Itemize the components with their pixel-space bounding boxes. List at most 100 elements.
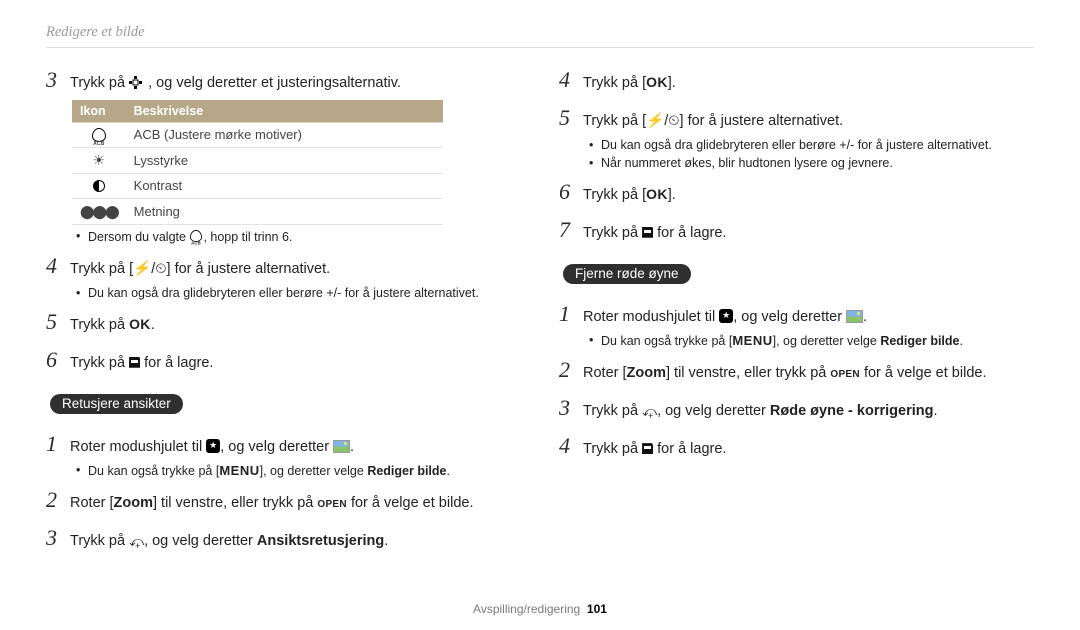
subsection-pill-redeye: Fjerne røde øyne xyxy=(563,264,691,284)
right-column: 4 Trykk på [OK]. 5 Trykk på [⚡/⏲] for å … xyxy=(559,58,1034,558)
ok-icon: OK xyxy=(646,186,668,202)
step-text: Trykk på [⚡/⏲] for å justere alternative… xyxy=(70,259,521,280)
step-re3: 3 Trykk på ⤽, og velg deretter Røde øyne… xyxy=(559,392,1034,424)
th-icon: Ikon xyxy=(72,100,126,123)
step-text: Trykk på for å lagre. xyxy=(583,223,1034,244)
retouch-icon: ⤽ xyxy=(129,531,144,551)
note: Du kan også dra glidebryteren eller berø… xyxy=(88,286,521,300)
editor-icon xyxy=(846,310,863,323)
bold-label: Røde øyne - korrigering xyxy=(770,403,934,419)
step-number: 2 xyxy=(46,484,70,516)
text: Trykk på xyxy=(70,75,129,91)
step-r4: 4 Trykk på [OK]. xyxy=(559,64,1034,96)
text: . xyxy=(151,317,155,333)
menu-icon: MENU xyxy=(219,463,259,478)
step-r5: 5 Trykk på [⚡/⏲] for å justere alternati… xyxy=(559,102,1034,134)
text: Dersom du valgte xyxy=(88,230,189,244)
step-r7: 7 Trykk på for å lagre. xyxy=(559,214,1034,246)
text: Roter [ xyxy=(583,365,627,381)
text: , og velg deretter xyxy=(220,439,333,455)
subsection-pill-faces: Retusjere ansikter xyxy=(50,394,183,414)
step-text: Trykk på ⤽, og velg deretter Ansiktsretu… xyxy=(70,531,521,552)
editor-icon xyxy=(333,440,350,453)
step-number: 2 xyxy=(559,354,583,386)
brightness-icon: ☀ xyxy=(93,152,106,168)
text: . xyxy=(447,464,450,478)
step-re4: 4 Trykk på for å lagre. xyxy=(559,430,1034,462)
cell-desc: ACB (Justere mørke motiver) xyxy=(126,122,443,147)
open-label: open xyxy=(317,494,347,510)
step-number: 3 xyxy=(559,392,583,424)
text: Trykk på xyxy=(70,355,129,371)
text: ] for å justere alternativet. xyxy=(680,113,844,129)
step-number: 4 xyxy=(559,64,583,96)
step-text: Trykk på for å lagre. xyxy=(583,439,1034,460)
page-header: Redigere et bilde xyxy=(46,24,1034,48)
text: Du kan også trykke på [ xyxy=(88,464,219,478)
step-number: 1 xyxy=(46,428,70,460)
step-number: 7 xyxy=(559,214,583,246)
text: ]. xyxy=(668,75,676,91)
text: Roter modushjulet til xyxy=(70,439,206,455)
step-text: Roter modushjulet til , og velg deretter… xyxy=(583,307,1034,328)
ok-icon: OK xyxy=(646,74,668,90)
zoom-label: Zoom xyxy=(627,365,666,381)
step-text: Trykk på [OK]. xyxy=(583,184,1034,206)
step-text: Trykk på , og velg deretter et justering… xyxy=(70,73,521,94)
zoom-label: Zoom xyxy=(114,495,153,511)
text: . xyxy=(933,403,937,419)
step-number: 5 xyxy=(46,306,70,338)
contrast-icon xyxy=(93,180,105,192)
text: Trykk på xyxy=(583,441,642,457)
step-text: Trykk på [⚡/⏲] for å justere alternative… xyxy=(583,111,1034,132)
page-footer: Avspilling/redigering 101 xyxy=(0,602,1080,616)
step-text: Roter [Zoom] til venstre, eller trykk på… xyxy=(70,492,521,514)
table-row: ACB (Justere mørke motiver) xyxy=(72,122,443,147)
text: . xyxy=(960,334,963,348)
step-number: 3 xyxy=(46,64,70,96)
step-number: 6 xyxy=(559,176,583,208)
text: ]. xyxy=(668,187,676,203)
text: ] til venstre, eller trykk på xyxy=(666,365,830,381)
text: for å lagre. xyxy=(653,225,726,241)
text: , og velg deretter xyxy=(144,533,257,549)
bold-label: Rediger bilde xyxy=(880,334,959,348)
text: for å lagre. xyxy=(653,441,726,457)
table-row: ☀ Lysstyrke xyxy=(72,147,443,173)
mode-dial-icon xyxy=(206,439,220,453)
text: Trykk på [ xyxy=(583,75,646,91)
bold-label: Ansiktsretusjering xyxy=(257,533,384,549)
step-f1: 1 Roter modushjulet til , og velg derett… xyxy=(46,428,521,460)
saturation-icon: ⬤⬤⬤ xyxy=(80,204,118,219)
step-text: Trykk på for å lagre. xyxy=(70,353,521,374)
text: Du kan også trykke på [ xyxy=(601,334,732,348)
note: Du kan også trykke på [MENU], og derette… xyxy=(88,463,521,478)
ok-icon: OK xyxy=(129,316,151,332)
save-icon xyxy=(642,443,653,454)
text: ], og deretter velge xyxy=(260,464,368,478)
footer-section: Avspilling/redigering xyxy=(473,602,580,616)
step-number: 5 xyxy=(559,102,583,134)
adjust-icon xyxy=(129,76,144,91)
step-6: 6 Trykk på for å lagre. xyxy=(46,344,521,376)
step-4: 4 Trykk på [⚡/⏲] for å justere alternati… xyxy=(46,250,521,282)
step-text: Trykk på OK. xyxy=(70,314,521,336)
step-f2: 2 Roter [Zoom] til venstre, eller trykk … xyxy=(46,484,521,516)
menu-icon: MENU xyxy=(732,333,772,348)
th-desc: Beskrivelse xyxy=(126,100,443,123)
text: Trykk på [ xyxy=(70,261,133,277)
content-columns: 3 Trykk på , og velg deretter et justeri… xyxy=(46,58,1034,558)
text: Trykk på [ xyxy=(583,113,646,129)
table-row: ⬤⬤⬤ Metning xyxy=(72,198,443,224)
step-r6: 6 Trykk på [OK]. xyxy=(559,176,1034,208)
note: Du kan også trykke på [MENU], og derette… xyxy=(601,333,1034,348)
mode-dial-icon xyxy=(719,309,733,323)
text: , og velg deretter xyxy=(733,309,846,325)
flash-icon: ⚡ xyxy=(132,259,153,280)
text: Trykk på xyxy=(583,225,642,241)
text: ] for å justere alternativet. xyxy=(167,261,331,277)
text: Trykk på xyxy=(70,533,129,549)
timer-icon: ⏲ xyxy=(155,259,166,280)
text: Trykk på [ xyxy=(583,187,646,203)
step-text: Trykk på ⤽, og velg deretter Røde øyne -… xyxy=(583,401,1034,422)
